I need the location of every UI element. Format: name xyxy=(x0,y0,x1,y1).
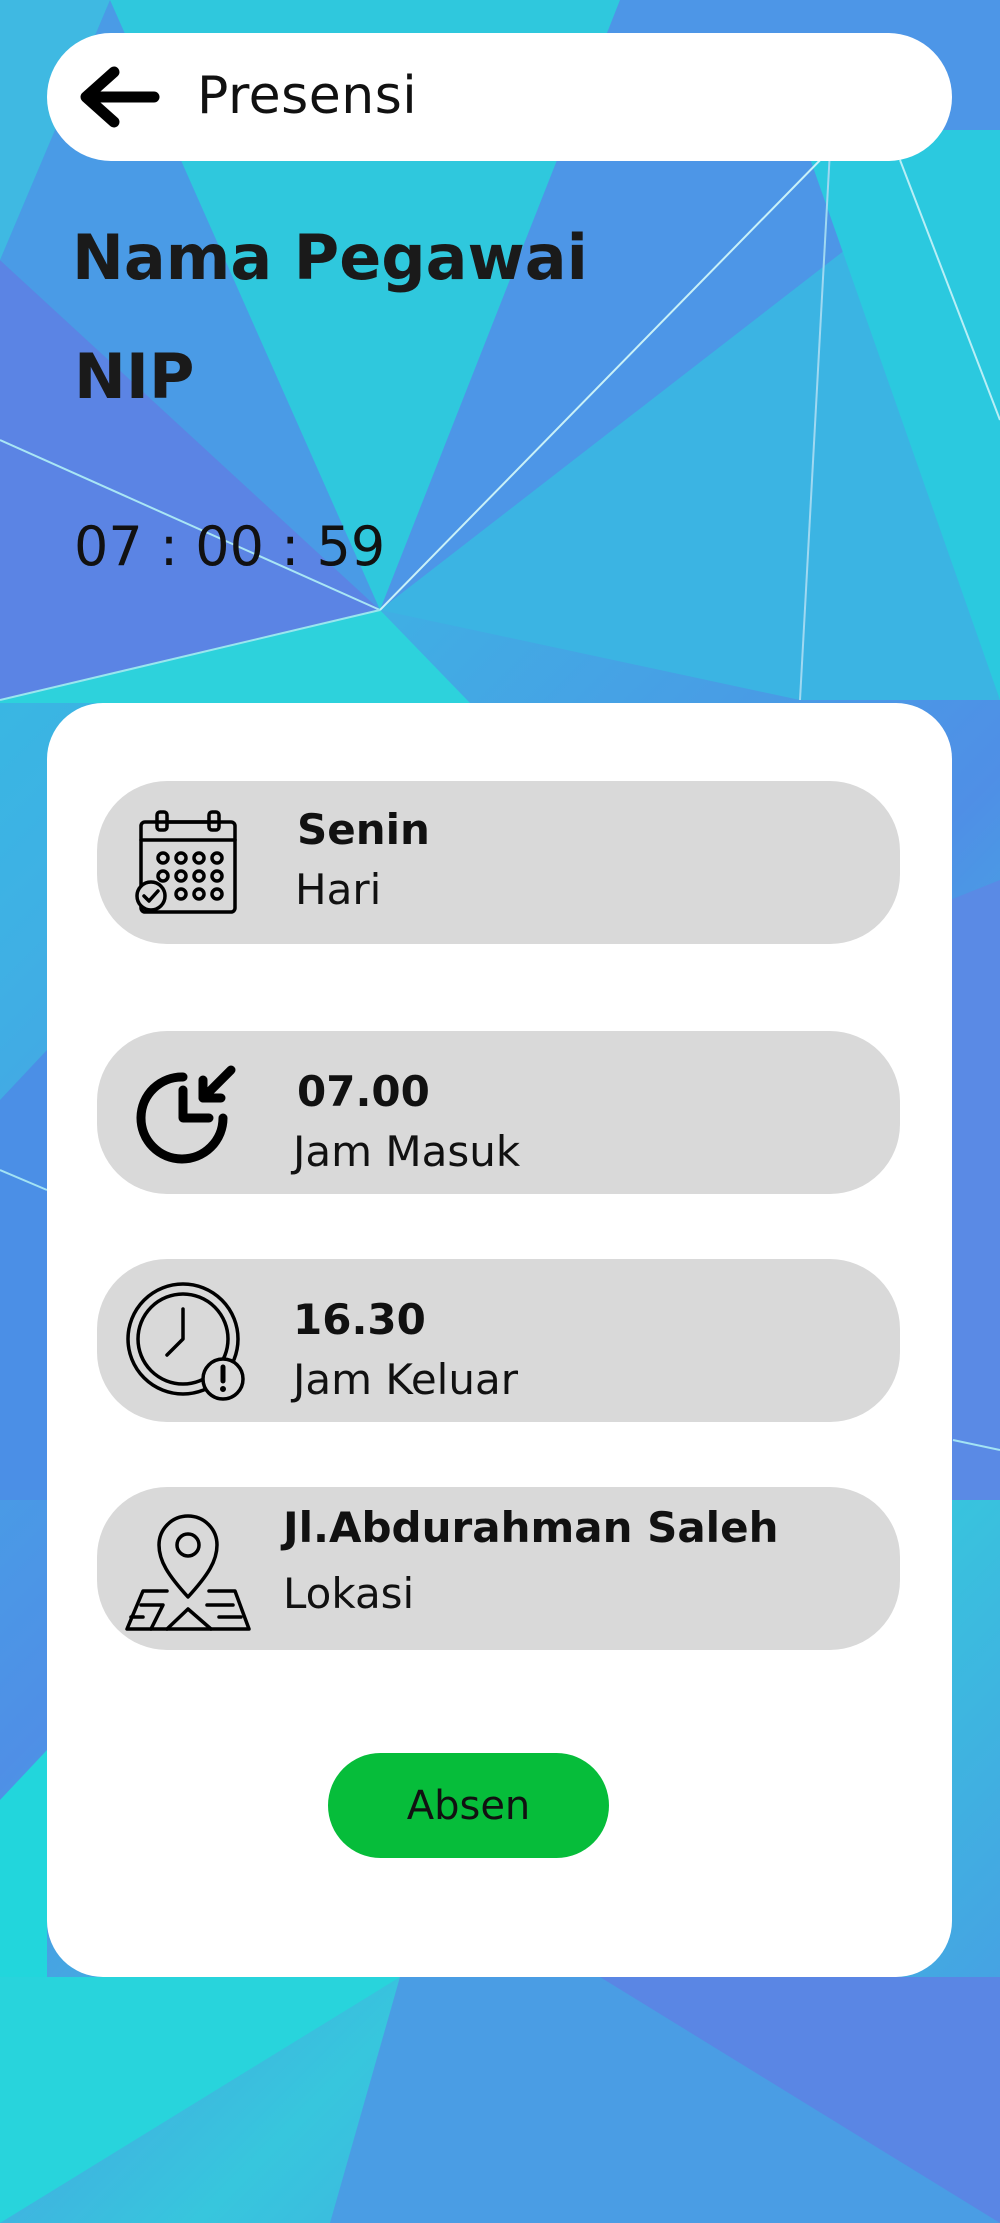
day-value: Senin xyxy=(297,805,430,854)
location-label: Lokasi xyxy=(283,1569,415,1618)
employee-name: Nama Pegawai xyxy=(72,221,588,294)
day-label: Hari xyxy=(295,865,382,914)
absen-button[interactable]: Absen xyxy=(328,1753,609,1858)
clock-in-label: Jam Masuk xyxy=(293,1127,521,1176)
employee-nip: NIP xyxy=(74,340,195,413)
clock-out-label: Jam Keluar xyxy=(293,1355,518,1404)
detail-row-location: Jl.Abdurahman Saleh Lokasi xyxy=(97,1487,900,1650)
back-button[interactable] xyxy=(65,55,175,139)
presensi-screen: Presensi Nama Pegawai NIP 07 : 00 : 59 S… xyxy=(0,0,1000,2223)
location-map-icon xyxy=(123,1505,253,1633)
clock-alert-icon xyxy=(125,1281,249,1405)
detail-row-clock-out: 16.30 Jam Keluar xyxy=(97,1259,900,1422)
detail-row-day: Senin Hari xyxy=(97,781,900,944)
attendance-card: Senin Hari 07.00 Jam Masuk 16.30 Jam Kel… xyxy=(47,703,952,1977)
detail-row-clock-in: 07.00 Jam Masuk xyxy=(97,1031,900,1194)
arrow-left-icon xyxy=(80,66,160,128)
app-bar: Presensi xyxy=(47,33,952,161)
page-title: Presensi xyxy=(197,66,418,126)
location-value: Jl.Abdurahman Saleh xyxy=(283,1503,779,1552)
clock-in-value: 07.00 xyxy=(297,1067,430,1116)
current-time: 07 : 00 : 59 xyxy=(74,515,386,578)
clock-in-icon xyxy=(133,1058,243,1168)
clock-out-value: 16.30 xyxy=(293,1295,426,1344)
calendar-icon xyxy=(133,808,243,918)
